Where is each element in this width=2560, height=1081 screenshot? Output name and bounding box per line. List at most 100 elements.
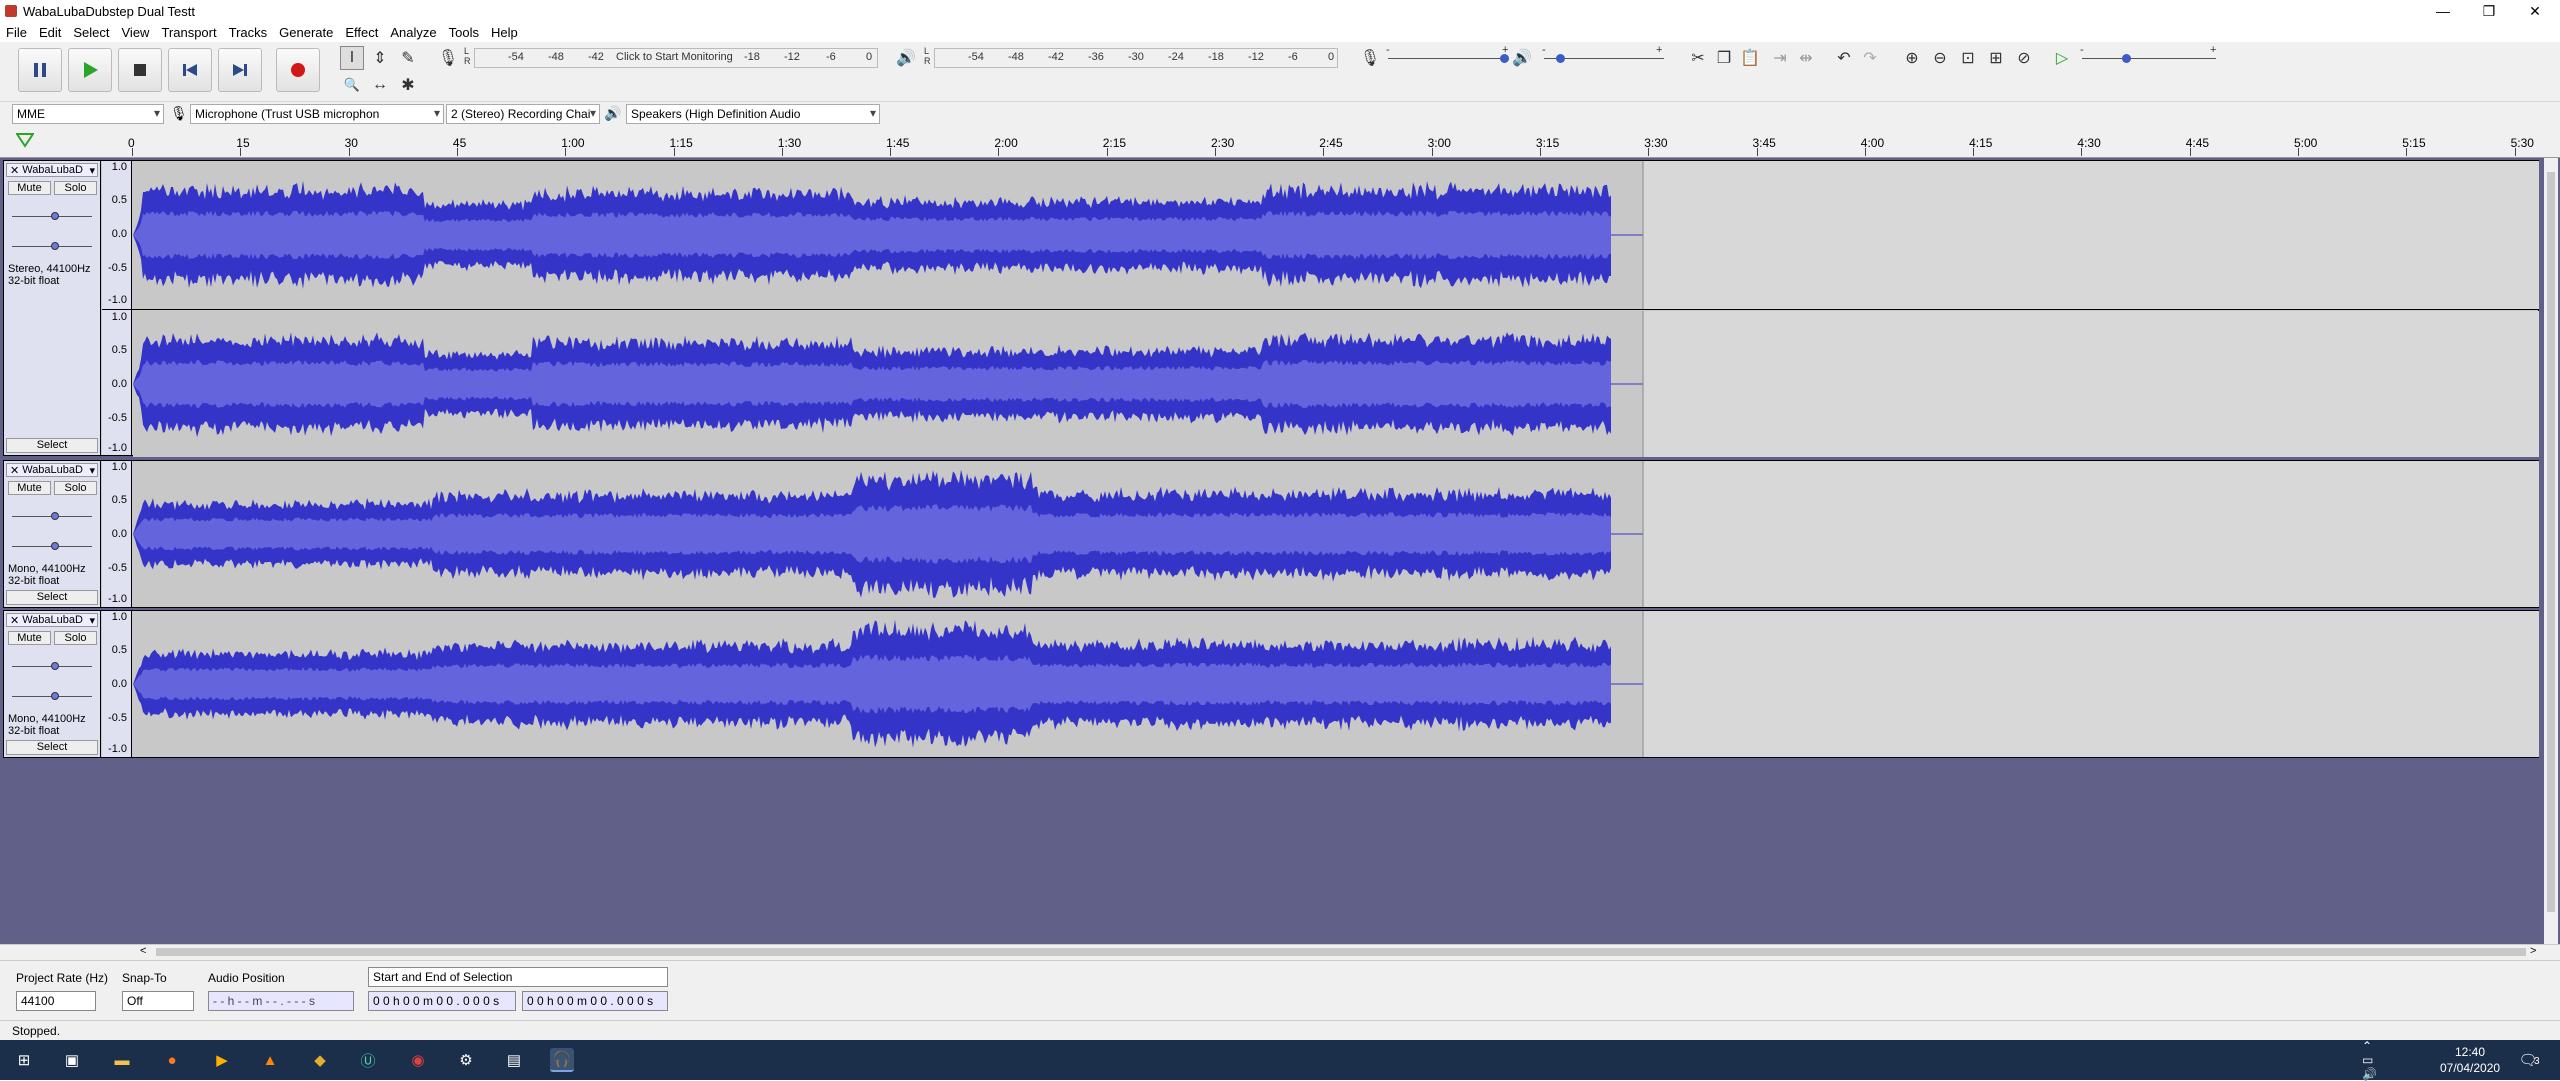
scroll-left-icon[interactable]: < xyxy=(140,945,146,957)
track-header[interactable]: ✕ WabaLubaD ▾ xyxy=(6,463,98,477)
waveform-right-channel[interactable] xyxy=(133,311,2539,457)
track-header[interactable]: ✕ WabaLubaD ▾ xyxy=(6,613,98,627)
zoom-tool-button[interactable]: 🔍 xyxy=(340,73,364,97)
mute-button[interactable]: Mute xyxy=(8,181,51,195)
track-header[interactable]: ✕ WabaLubaD ▾ xyxy=(6,163,98,177)
waveform-left-channel[interactable] xyxy=(133,161,2539,309)
close-button[interactable]: ✕ xyxy=(2512,0,2558,22)
pan-knob[interactable] xyxy=(51,692,59,700)
close-track-icon[interactable]: ✕ xyxy=(7,164,22,177)
trim-button[interactable]: ⇥ xyxy=(1768,46,1792,70)
waveform-mono[interactable] xyxy=(133,611,2539,757)
audacity-taskbar-icon[interactable]: 🎧 xyxy=(550,1048,574,1072)
start-monitoring-text[interactable]: Click to Start Monitoring xyxy=(616,51,733,63)
audio-host-select[interactable]: MME xyxy=(12,104,164,124)
solo-button[interactable]: Solo xyxy=(54,481,97,495)
track-stereo[interactable]: ✕ WabaLubaD ▾ Mute Solo Stereo, 44100Hz 32… xyxy=(3,160,2539,457)
track-mono-1[interactable]: ✕ WabaLubaD ▾ Mute Solo Mono, 44100Hz 32-b… xyxy=(3,460,2539,608)
track-name[interactable]: WabaLubaD xyxy=(22,614,83,626)
minimize-button[interactable]: — xyxy=(2420,0,2466,22)
vertical-scale[interactable]: 1.0 0.5 0.0 -0.5 -1.0 1.0 0.5 0.0 -0.5 -… xyxy=(102,161,132,455)
pan-knob[interactable] xyxy=(51,242,59,250)
pinned-app-u-icon[interactable]: Ⓤ xyxy=(356,1048,380,1072)
track-menu-icon[interactable]: ▾ xyxy=(89,464,97,477)
timeline-ruler[interactable]: 0 15 30 45 1:00 1:15 1:30 1:45 2:00 2:15 2:30 2:45 3… xyxy=(0,126,2560,158)
menu-edit[interactable]: Edit xyxy=(33,25,67,40)
vertical-scale[interactable]: 1.0 0.5 0.0 -0.5 -1.0 xyxy=(102,611,132,757)
playback-volume-knob[interactable] xyxy=(1556,54,1565,63)
skip-to-start-button[interactable] xyxy=(168,48,212,92)
play-button[interactable] xyxy=(68,48,112,92)
track-select-button[interactable]: Select xyxy=(6,740,98,755)
selection-start-field[interactable]: 0 0 h 0 0 m 0 0 . 0 0 0 s xyxy=(368,991,516,1011)
solo-button[interactable]: Solo xyxy=(54,631,97,645)
silence-button[interactable]: ⇹ xyxy=(1794,46,1818,70)
play-meter-speaker-icon[interactable]: 🔊 xyxy=(894,46,918,70)
pan-knob[interactable] xyxy=(51,542,59,550)
gain-knob[interactable] xyxy=(51,662,59,670)
snap-to-select[interactable]: Off xyxy=(122,991,194,1011)
selection-mode-select[interactable]: Start and End of Selection xyxy=(368,967,668,987)
timeshift-tool-button[interactable]: ↔ xyxy=(368,73,392,97)
file-explorer-icon[interactable]: ▬ xyxy=(110,1048,134,1072)
track-select-button[interactable]: Select xyxy=(6,590,98,605)
play-at-speed-button[interactable]: ▷ xyxy=(2050,46,2074,70)
waveform-mono[interactable] xyxy=(133,461,2539,607)
recording-device-select[interactable]: Microphone (Trust USB microphon xyxy=(190,104,444,124)
clock[interactable]: 12:40 07/04/2020 xyxy=(2440,1044,2500,1076)
fit-selection-button[interactable]: ⊡ xyxy=(1956,46,1980,70)
record-button[interactable] xyxy=(276,48,320,92)
project-rate-select[interactable]: 44100 xyxy=(16,991,96,1011)
stop-button[interactable] xyxy=(118,48,162,92)
firefox-icon[interactable]: ● xyxy=(160,1048,184,1072)
track-name[interactable]: WabaLubaD xyxy=(22,464,83,476)
zoom-in-button[interactable]: ⊕ xyxy=(1900,46,1924,70)
selection-tool-button[interactable]: I xyxy=(340,46,364,70)
menu-tools[interactable]: Tools xyxy=(443,25,485,40)
menu-view[interactable]: View xyxy=(116,25,156,40)
menu-help[interactable]: Help xyxy=(485,25,524,40)
vertical-scale[interactable]: 1.0 0.5 0.0 -0.5 -1.0 xyxy=(102,461,132,607)
menu-select[interactable]: Select xyxy=(67,25,115,40)
menu-file[interactable]: File xyxy=(0,25,33,40)
steam-icon[interactable]: ⚙ xyxy=(454,1048,478,1072)
redo-button[interactable]: ↷ xyxy=(1858,46,1882,70)
vlc-icon[interactable]: ▲ xyxy=(258,1048,282,1072)
pinned-app-red-icon[interactable]: ◉ xyxy=(406,1048,430,1072)
audio-position-field[interactable]: - - h - - m - - . - - - s xyxy=(208,991,354,1011)
horizontal-scroll-thumb[interactable] xyxy=(156,948,2526,956)
task-view-icon[interactable]: ▣ xyxy=(60,1048,84,1072)
selection-end-field[interactable]: 0 0 h 0 0 m 0 0 . 0 0 0 s xyxy=(522,991,668,1011)
play-speed-slider[interactable] xyxy=(2082,58,2216,59)
track-menu-icon[interactable]: ▾ xyxy=(89,164,97,177)
menu-analyze[interactable]: Analyze xyxy=(384,25,442,40)
menu-transport[interactable]: Transport xyxy=(155,25,222,40)
track-name[interactable]: WabaLubaD xyxy=(22,164,83,176)
restore-button[interactable]: ❐ xyxy=(2466,0,2512,22)
cut-button[interactable]: ✂ xyxy=(1686,46,1710,70)
mute-button[interactable]: Mute xyxy=(8,481,51,495)
gain-knob[interactable] xyxy=(51,512,59,520)
scroll-right-icon[interactable]: > xyxy=(2530,945,2536,957)
recording-volume-slider[interactable] xyxy=(1388,58,1508,59)
playback-device-select[interactable]: Speakers (High Definition Audio xyxy=(626,104,880,124)
menu-effect[interactable]: Effect xyxy=(339,25,384,40)
pause-button[interactable] xyxy=(18,48,62,92)
media-player-icon[interactable]: ▶ xyxy=(210,1048,234,1072)
track-menu-icon[interactable]: ▾ xyxy=(89,614,97,627)
gain-knob[interactable] xyxy=(51,212,59,220)
pinned-play-head-icon[interactable] xyxy=(16,132,34,148)
vertical-scroll-thumb[interactable] xyxy=(2547,172,2555,912)
record-meter-mic-icon[interactable]: 🎙 xyxy=(436,46,460,70)
fit-project-button[interactable]: ⊞ xyxy=(1984,46,2008,70)
envelope-tool-button[interactable]: ⇕ xyxy=(368,46,392,70)
zoom-toggle-button[interactable]: ⊘ xyxy=(2012,46,2036,70)
draw-tool-button[interactable]: ✎ xyxy=(396,46,420,70)
paste-button[interactable]: 📋 xyxy=(1738,46,1762,70)
track-mono-2[interactable]: ✕ WabaLubaD ▾ Mute Solo Mono, 44100Hz 32-b… xyxy=(3,610,2539,758)
vertical-scrollbar[interactable] xyxy=(2544,158,2558,944)
recording-channels-select[interactable]: 2 (Stereo) Recording Chai xyxy=(446,104,600,124)
recording-volume-knob[interactable] xyxy=(1500,54,1509,63)
close-track-icon[interactable]: ✕ xyxy=(7,614,22,627)
system-tray-icons[interactable]: ⌃ ▭ 🔊 xyxy=(2362,1039,2386,1081)
